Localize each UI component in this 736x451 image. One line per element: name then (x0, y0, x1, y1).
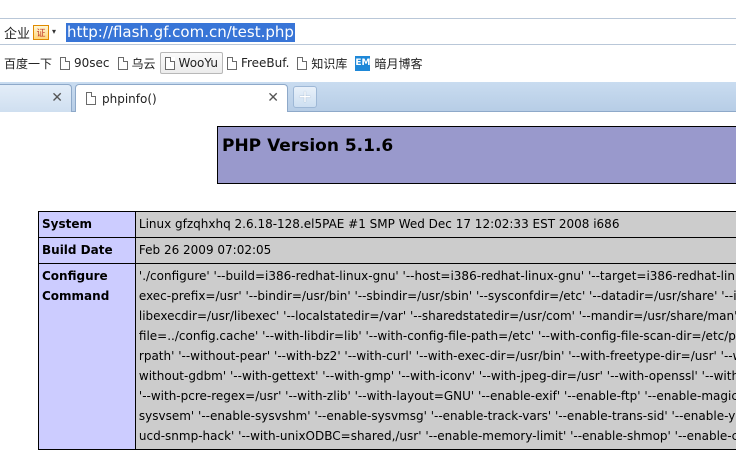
bookmark-anyue-blog[interactable]: EM 暗月博客 (351, 52, 426, 74)
value-line: '--with-pcre-regex=/usr' '--with-zlib' '… (138, 389, 736, 403)
close-tab-icon[interactable]: ✕ (267, 90, 279, 106)
value-line: exec-prefix=/usr' '--bindir=/usr/bin' '-… (138, 289, 736, 303)
row-key: Configure Command (38, 263, 136, 450)
value-line: rpath' '--without-pear' '--with-bz2' '--… (138, 349, 736, 363)
certificate-icon[interactable]: 证 (33, 24, 50, 40)
table-row: Configure Command './configure' '--build=… (38, 263, 736, 450)
bookmark-label: 乌云 (131, 56, 156, 71)
row-key: Build Date (38, 237, 136, 264)
row-value: Feb 26 2009 07:02:05 (134, 237, 736, 264)
bookmark-90sec[interactable]: 90sec (56, 52, 114, 74)
chevron-down-icon[interactable]: ▾ (52, 28, 60, 36)
bookmark-knowledge-base[interactable]: 知识库 (293, 52, 351, 74)
document-icon (164, 56, 175, 70)
row-value: './configure' '--build=i386-redhat-linux… (134, 263, 736, 450)
row-key-line: Command (42, 289, 110, 303)
bookmark-label: FreeBuf. (240, 56, 290, 70)
bookmark-wooyu[interactable]: WooYu (159, 52, 223, 74)
document-icon (117, 56, 128, 70)
row-key: System (38, 211, 136, 238)
page-title: PHP Version 5.1.6 (222, 136, 394, 156)
row-value: Linux gfzqhxhq 2.6.18-128.el5PAE #1 SMP … (134, 211, 736, 238)
bookmarks-bar: 百度一下 90sec 乌云 WooYu FreeBuf. 知识库 EM 暗月博客 (0, 50, 736, 76)
value-line: without-gdbm' '--with-gettext' '--with-g… (138, 369, 736, 383)
bookmark-label: WooYu (178, 56, 218, 70)
tab-previous[interactable]: ✕ (0, 84, 72, 112)
row-key-line: Configure (42, 269, 108, 283)
value-line: libexecdir=/usr/libexec' '--localstatedi… (138, 309, 736, 323)
value-line: sysvsem' '--enable-sysvshm' '--enable-sy… (138, 409, 736, 423)
info-table: System Linux gfzqhxhq 2.6.18-128.el5PAE … (38, 211, 736, 450)
page-content: PHP Version 5.1.6 System Linux gfzqhxhq … (0, 112, 736, 451)
new-tab-button[interactable]: + (293, 86, 317, 108)
bookmark-label: 90sec (74, 56, 110, 70)
bookmark-wooyun-cn[interactable]: 乌云 (114, 52, 160, 74)
document-icon (297, 56, 308, 70)
tab-strip: ✕ phpinfo() ✕ + (0, 82, 736, 112)
url-input[interactable]: http://flash.gf.com.cn/test.php (66, 22, 295, 42)
document-icon (86, 92, 96, 105)
close-tab-icon[interactable]: ✕ (51, 90, 63, 106)
bookmark-freebuf[interactable]: FreeBuf. (223, 52, 293, 74)
url-text[interactable]: http://flash.gf.com.cn/test.php (66, 22, 295, 42)
bookmark-label: 暗月博客 (374, 56, 423, 71)
value-line: './configure' '--build=i386-redhat-linux… (138, 269, 736, 283)
table-row: Build Date Feb 26 2009 07:02:05 (38, 237, 736, 264)
browser-mode-selector[interactable]: 企业 证 ▾ (0, 21, 60, 43)
bookmark-baidu[interactable]: 百度一下 (0, 52, 56, 74)
browser-mode-label[interactable]: 企业 (0, 23, 30, 42)
bookmark-label: 知识库 (311, 56, 348, 71)
address-bar: 企业 证 ▾ http://flash.gf.com.cn/test.php (0, 18, 736, 45)
document-icon (226, 56, 237, 70)
php-version-header: PHP Version 5.1.6 (217, 126, 736, 184)
bookmark-label: 百度一下 (4, 56, 53, 71)
value-line: ucd-snmp-hack' '--with-unixODBC=shared,/… (138, 429, 736, 443)
value-line: file=../config.cache' '--with-libdir=lib… (138, 329, 736, 343)
document-icon (60, 56, 71, 70)
table-row: System Linux gfzqhxhq 2.6.18-128.el5PAE … (38, 211, 736, 238)
site-logo-icon: EM (355, 55, 371, 71)
tab-title: phpinfo() (102, 91, 157, 106)
tab-phpinfo[interactable]: phpinfo() ✕ (75, 84, 288, 112)
